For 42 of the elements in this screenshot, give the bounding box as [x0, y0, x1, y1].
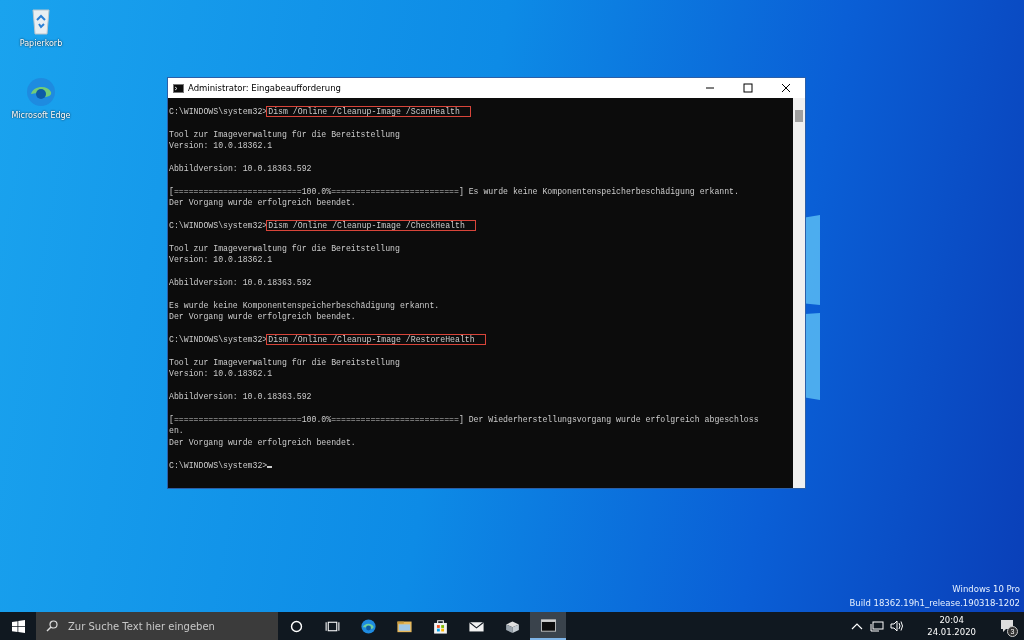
console-text: Der Vorgang wurde erfolgreich beendet. — [169, 198, 356, 208]
console-text: en. — [169, 426, 184, 436]
console-command: Dism /Online /Cleanup-Image /CheckHealth — [266, 220, 476, 232]
search-field[interactable]: Zur Suche Text hier eingeben — [36, 612, 278, 640]
console-text: Version: 10.0.18362.1 — [169, 369, 273, 379]
browser-logo-icon — [25, 76, 57, 108]
console-prompt: C:\WINDOWS\system32> — [169, 107, 268, 116]
console-text: Abbildversion: 10.0.18363.592 — [169, 392, 312, 402]
console-text: Version: 10.0.18362.1 — [169, 141, 273, 151]
scrollbar-thumb[interactable] — [795, 110, 803, 122]
close-icon — [781, 83, 791, 93]
console-text: Der Vorgang wurde erfolgreich beendet. — [169, 437, 356, 447]
browser-logo-icon — [359, 617, 377, 635]
console-text: [==========================100.0%==========================] Es wurde keine Komponentenspeicherbeschädigung erkannt. — [169, 186, 739, 196]
console-prompt: C:\WINDOWS\system32> — [169, 221, 268, 231]
console-text: Der Vorgang wurde erfolgreich beendet. — [169, 312, 356, 322]
console-prompt: C:\WINDOWS\system32> — [169, 460, 268, 470]
clock[interactable]: 20:04 24.01.2020 — [927, 614, 976, 638]
console-text: Version: 10.0.18362.1 — [169, 255, 273, 265]
network-icon — [870, 620, 885, 632]
windows-logo-icon — [11, 619, 25, 633]
console-command: Dism /Online /Cleanup-Image /RestoreHealth — [266, 334, 486, 346]
scrollbar[interactable] — [793, 98, 805, 488]
console-text: Abbildversion: 10.0.18363.592 — [169, 164, 312, 174]
console-command: Dism /Online /Cleanup-Image /ScanHealth — [266, 106, 471, 117]
edition-text: Build 18362.19h1_release.190318-1202 — [849, 597, 1020, 610]
window-title: Administrator: Eingabeaufforderung — [188, 83, 342, 93]
console-icon — [539, 616, 557, 634]
edition-text: Windows 10 Pro — [952, 583, 1020, 596]
console-text: Tool zur Imageverwaltung für die Bereitstellung — [169, 357, 400, 367]
console-text: [==========================100.0%==========================] Der Wiederherstellungsvorgang wurde erfolgreich abgeschloss — [169, 414, 759, 424]
console-text: Es wurde keine Komponentenspeicherbeschädigung erkannt. — [169, 300, 440, 310]
console-text: Tool zur Imageverwaltung für die Bereitstellung — [169, 129, 400, 139]
console-prompt: C:\WINDOWS\system32> — [169, 335, 268, 345]
shopping-bag-icon — [431, 617, 449, 635]
maximize-icon — [743, 83, 753, 93]
console-icon — [173, 83, 184, 93]
console-text: Tool zur Imageverwaltung für die Bereitstellung — [169, 243, 400, 253]
console-text: Abbildversion: 10.0.18363.592 — [169, 278, 312, 288]
speaker-icon — [890, 620, 905, 632]
taskbar-app-button[interactable] — [530, 612, 566, 640]
search-icon — [46, 620, 58, 632]
